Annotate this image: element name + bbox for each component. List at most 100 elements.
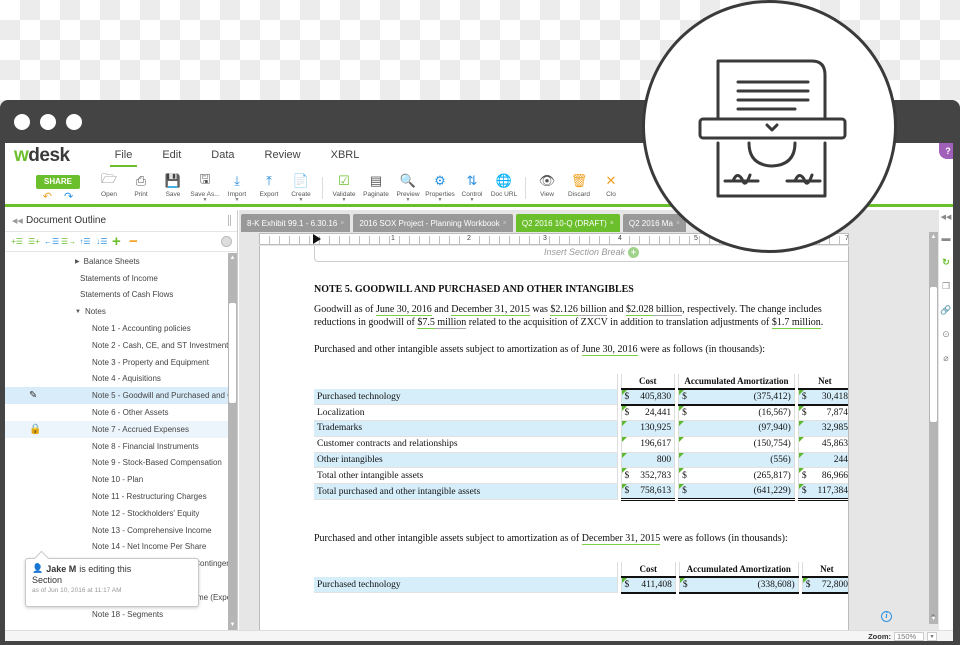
currency-cell[interactable]: $ [621, 467, 633, 485]
outline-item[interactable]: ✎ Note 5 - Goodwill and Purchased and Oth… [5, 387, 228, 405]
currency-cell[interactable]: $ [798, 389, 811, 406]
value-cell-amort[interactable]: (556) [690, 452, 795, 469]
scroll-up-icon[interactable]: ▲ [929, 234, 938, 240]
add-after-icon[interactable]: ☰+ [27, 237, 41, 246]
linked-unit[interactable]: billion [653, 304, 683, 316]
value-cell-amort[interactable]: (641,229) [690, 483, 795, 502]
currency-cell[interactable] [678, 436, 691, 453]
value-cell-net[interactable]: 86,966 [810, 467, 848, 485]
currency-cell[interactable]: $ [678, 389, 691, 406]
zoom-select[interactable]: 150% [894, 632, 924, 641]
value-cell-amort[interactable]: (97,940) [690, 420, 795, 437]
move-down-icon[interactable]: ↓☰ [95, 237, 109, 246]
indent-icon[interactable]: ☰→ [61, 237, 76, 246]
dropdown-icon[interactable]: ▼ [299, 198, 304, 203]
doc-url-button[interactable]: 🌐 Doc URL [488, 173, 520, 203]
linked-value[interactable]: $1.7 million [771, 317, 821, 329]
linked-value[interactable]: $7.5 [417, 317, 435, 329]
value-cell-cost[interactable]: 24,441 [633, 404, 675, 422]
value-cell-net[interactable]: 32,985 [810, 420, 848, 437]
inbox-icon[interactable]: ▬ [942, 226, 951, 250]
table-row[interactable]: Other intangibles 800 (556) 244 [314, 452, 848, 469]
currency-cell[interactable]: $ [798, 404, 811, 422]
menu-xbrl[interactable]: XBRL [316, 145, 375, 167]
dropdown-icon[interactable]: ▼ [342, 198, 347, 203]
collapse-panel-icon[interactable]: ◀◀ [12, 217, 26, 225]
scroll-to-top-icon[interactable]: ⏶ [930, 611, 936, 621]
dropdown-icon[interactable]: ▼ [406, 198, 411, 203]
undo-icon[interactable]: ↶ [43, 192, 52, 203]
value-cell-net[interactable]: 30,418 [810, 389, 848, 406]
outline-item[interactable]: Statements of Cash Flows [5, 287, 228, 304]
print-button[interactable]: ⎙ Print [125, 173, 157, 203]
document-scrollbar[interactable]: ▲ ▼ [929, 232, 938, 624]
linked-date[interactable]: December 31, 2015 [451, 304, 530, 316]
window-maximize-button[interactable] [66, 114, 82, 130]
value-cell-net[interactable]: 117,384 [810, 483, 848, 502]
view-button[interactable]: 👁 View [531, 173, 563, 203]
currency-cell[interactable]: $ [621, 577, 633, 594]
value-cell-cost[interactable]: 405,830 [633, 389, 675, 406]
clo-button[interactable]: ✕ Clo [595, 173, 627, 203]
linked-value[interactable]: $2.028 [625, 304, 654, 316]
info-icon[interactable]: i [881, 611, 892, 622]
linked-date[interactable]: June 30, 2016 [375, 304, 432, 316]
outdent-icon[interactable]: ←☰ [44, 237, 59, 246]
expand-arrow-icon[interactable]: ▶ [75, 258, 80, 265]
currency-cell[interactable] [798, 436, 811, 453]
expand-panel-icon[interactable]: ◀◀ [941, 210, 952, 226]
linked-unit[interactable]: billion [577, 304, 607, 316]
status-indicator-icon[interactable] [221, 236, 232, 247]
menu-review[interactable]: Review [250, 145, 316, 167]
outline-item[interactable]: Note 8 - Financial Instruments [5, 438, 228, 455]
currency-cell[interactable] [798, 452, 811, 469]
window-close-button[interactable] [14, 114, 30, 130]
value-cell-amort[interactable]: (265,817) [690, 467, 795, 485]
currency-cell[interactable] [621, 452, 633, 469]
outline-item[interactable]: Note 3 - Property and Equipment [5, 354, 228, 371]
currency-cell[interactable] [678, 420, 691, 437]
link-icon[interactable]: 🔗 [940, 298, 951, 322]
currency-cell[interactable]: $ [678, 483, 691, 502]
dropdown-icon[interactable]: ▼ [438, 198, 443, 203]
currency-cell[interactable]: $ [621, 483, 633, 502]
value-cell-net[interactable]: 72,800 [814, 577, 848, 594]
value-cell-amort[interactable]: (16,567) [690, 404, 795, 422]
outline-item[interactable]: Note 1 - Accounting policies [5, 320, 228, 337]
document-tab[interactable]: Q2 2016 10-Q (DRAFT) × [515, 214, 620, 232]
dropdown-icon[interactable]: ▼ [235, 198, 240, 203]
outline-item[interactable]: ▼ Notes [5, 303, 228, 320]
currency-cell[interactable]: $ [621, 404, 633, 422]
outline-item[interactable]: 🔒 Note 7 - Accrued Expenses [5, 420, 228, 438]
close-tab-icon[interactable]: × [503, 220, 507, 227]
outline-item[interactable]: Note 6 - Other Assets [5, 404, 228, 421]
currency-cell[interactable] [798, 420, 811, 437]
value-cell-cost[interactable]: 352,783 [633, 467, 675, 485]
save-as-button[interactable]: 🖫 Save As... ▼ [189, 171, 221, 203]
currency-cell[interactable]: $ [621, 389, 633, 406]
outline-item[interactable]: Note 10 - Plan [5, 471, 228, 488]
linked-date[interactable]: December 31, 2015 [581, 533, 661, 545]
preview-button[interactable]: 🔍 Preview ▼ [392, 173, 424, 203]
linked-date[interactable]: June 30, 2016 [581, 344, 638, 356]
outline-item[interactable]: Note 12 - Stockholders' Equity [5, 505, 228, 522]
value-cell-cost[interactable]: 758,613 [633, 483, 675, 502]
window-minimize-button[interactable] [40, 114, 56, 130]
open-button[interactable]: 🗁 Open [93, 171, 125, 203]
value-cell-cost[interactable]: 411,408 [633, 577, 676, 594]
move-up-icon[interactable]: ↑☰ [78, 237, 92, 246]
resize-grip[interactable] [228, 215, 231, 226]
linked-value[interactable]: $2.126 [550, 304, 578, 316]
value-cell-cost[interactable]: 800 [633, 452, 675, 469]
zoom-dropdown-icon[interactable]: ▼ [927, 632, 937, 641]
outline-item[interactable]: Note 18 - Segments [5, 606, 228, 623]
outline-item[interactable]: Note 9 - Stock-Based Compensation [5, 455, 228, 472]
currency-cell[interactable]: $ [798, 467, 811, 485]
value-cell-net[interactable]: 244 [810, 452, 848, 469]
outline-item[interactable]: ▶ Balance Sheets [5, 253, 228, 270]
remove-section-icon[interactable]: − [129, 234, 143, 249]
linked-unit[interactable]: million [434, 317, 467, 329]
currency-cell[interactable] [621, 420, 633, 437]
control-button[interactable]: ⇅ Control ▼ [456, 173, 488, 203]
validate-button[interactable]: ☑ Validate ▼ [328, 173, 360, 203]
